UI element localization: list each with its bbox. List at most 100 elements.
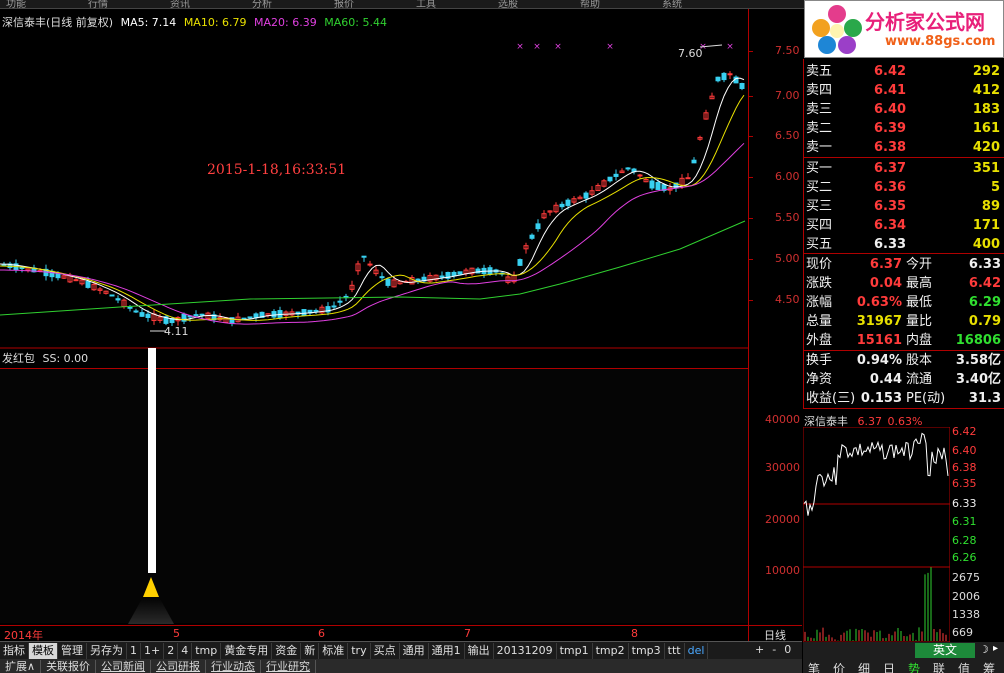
bid-volume: 351 [972, 161, 1000, 176]
zoom-out-button[interactable]: - [772, 643, 776, 659]
indicator-panel[interactable] [0, 348, 748, 624]
template-tab[interactable]: 通用1 [429, 642, 465, 659]
quote-row: 卖三 6.40 183 [806, 100, 1003, 119]
price-chart[interactable]: × × × × × × [0, 9, 748, 349]
stat-value: 6.29 [968, 295, 1001, 310]
info-tab[interactable]: 行业动态 [206, 659, 262, 673]
template-tab[interactable]: 买点 [371, 642, 400, 659]
info-tab[interactable]: 关联报价 [41, 659, 97, 673]
template-tab[interactable]: 输出 [465, 642, 494, 659]
detail-tab[interactable]: 值 [958, 660, 970, 673]
tick-mark [749, 136, 753, 137]
fund-value: 3.40亿 [955, 372, 1001, 387]
top-menu-item[interactable]: 功能 [6, 0, 26, 8]
candle-body [607, 176, 613, 182]
template-tab[interactable]: 通用 [400, 642, 429, 659]
top-menu-item[interactable]: 报价 [334, 0, 354, 8]
candle-body [685, 177, 691, 180]
detail-tab[interactable]: 日 [883, 660, 895, 673]
detail-tab[interactable]: 价 [833, 660, 845, 673]
reset-button[interactable]: 0 [784, 643, 791, 659]
candle-body [361, 255, 367, 258]
candle-body [127, 306, 133, 309]
template-tab[interactable]: 另存为 [87, 642, 127, 659]
stat-label: 总量 [806, 314, 833, 329]
candle-body [199, 313, 205, 316]
detail-tab[interactable]: 联 [933, 660, 945, 673]
template-tab[interactable]: 20131209 [494, 642, 557, 659]
quote-row: 换手 0.94% 股本 3.58亿 [806, 351, 1003, 370]
quote-row: 净资 0.44 流通 3.40亿 [806, 370, 1003, 389]
detail-tab[interactable]: 势 [908, 660, 920, 673]
template-tab[interactable]: 资金 [272, 642, 302, 659]
stock-name: 深信泰丰(日线 前复权) [2, 16, 114, 29]
info-tabs: 扩展∧ 关联报价 公司新闻 公司研报 行业动态 行业研究 [0, 659, 802, 673]
template-tab[interactable]: 指标 [0, 642, 29, 659]
flower-logo-icon [812, 5, 862, 54]
detail-tab[interactable]: 筹 [983, 660, 995, 673]
stat-label: 现价 [806, 257, 833, 272]
top-menu-item[interactable]: 分析 [252, 0, 272, 8]
intraday-axis: 6.42 6.40 6.38 6.35 6.33 6.31 6.28 6.26 2675 2006… [952, 425, 1004, 642]
arrow-right-icon[interactable]: ▸ [993, 643, 998, 654]
top-menu-item[interactable]: 系统 [662, 0, 682, 8]
template-tab[interactable]: tmp1 [557, 642, 593, 659]
quote-row: 卖二 6.39 161 [806, 119, 1003, 138]
top-menu-item[interactable]: 工具 [416, 0, 436, 8]
candle-body [439, 275, 445, 278]
intraday-chart[interactable] [803, 427, 950, 642]
template-tab[interactable]: 模板 [29, 642, 58, 659]
template-tab[interactable]: 标准 [319, 642, 349, 659]
info-tab[interactable]: 扩展∧ [0, 659, 42, 673]
language-button[interactable]: 英文 [915, 643, 975, 658]
template-tab[interactable]: 1+ [141, 642, 165, 659]
x-axis-month: 5 [173, 627, 180, 640]
top-menu-item[interactable]: 行情 [88, 0, 108, 8]
template-tab[interactable]: ttt [665, 642, 685, 659]
template-tab[interactable]: 管理 [58, 642, 87, 659]
signal-arrow-icon [143, 577, 159, 597]
candle-body [271, 311, 277, 318]
volume-tick: 10000 [765, 564, 800, 577]
tick-mark [749, 96, 753, 97]
detail-tab[interactable]: 细 [858, 660, 870, 673]
quote-row: 涨跌 0.04 最高 6.42 [806, 274, 1003, 293]
zoom-in-button[interactable]: + [755, 643, 764, 659]
template-tab[interactable]: 新 [301, 642, 320, 659]
stat-label: 量比 [906, 314, 933, 329]
intraday-price-tick: 6.42 [952, 425, 977, 438]
moon-icon[interactable]: ☽ [979, 643, 989, 656]
separator [804, 408, 1004, 409]
template-tab[interactable]: 2 [164, 642, 179, 659]
info-tab[interactable]: 公司新闻 [96, 659, 152, 673]
candle-body [415, 278, 421, 282]
candle-body [139, 312, 145, 317]
info-tab[interactable]: 公司研报 [151, 659, 207, 673]
template-tab[interactable]: tmp3 [629, 642, 665, 659]
intraday-price-tick: 6.28 [952, 534, 977, 547]
intraday-volume-tick: 669 [952, 626, 973, 639]
top-menu-item[interactable]: 帮助 [580, 0, 600, 8]
candle-body [313, 309, 319, 312]
template-tab[interactable]: tmp [192, 642, 222, 659]
template-tab[interactable]: try [348, 642, 371, 659]
info-tab[interactable]: 行业研究 [261, 659, 317, 673]
quote-row: 买四 6.34 171 [806, 216, 1003, 235]
top-menu-item[interactable]: 资讯 [170, 0, 190, 8]
template-tab[interactable]: tmp2 [593, 642, 629, 659]
bid-price: 6.37 [874, 161, 907, 176]
template-tab[interactable]: del [685, 642, 709, 659]
quote-panel: 卖一 6.38 420 卖二 6.39 161 卖三 6.40 183 卖四 6.41 412 卖五 6.… [803, 59, 1004, 409]
ask-price: 6.38 [874, 140, 907, 155]
fund-label: 流通 [906, 372, 933, 387]
candle-body [517, 259, 523, 266]
indicator-header: 发红包 SS: 0.00 [2, 350, 88, 366]
quote-row: 买五 6.33 400 [806, 235, 1003, 254]
template-tab[interactable]: 1 [127, 642, 141, 659]
fund-value: 0.153 [860, 391, 902, 406]
top-menu-item[interactable]: 选股 [498, 0, 518, 8]
detail-tab[interactable]: 笔 [808, 660, 820, 673]
template-tab[interactable]: 4 [178, 642, 193, 659]
tick-mark [749, 259, 753, 260]
template-tab[interactable]: 黄金专用 [221, 642, 273, 659]
